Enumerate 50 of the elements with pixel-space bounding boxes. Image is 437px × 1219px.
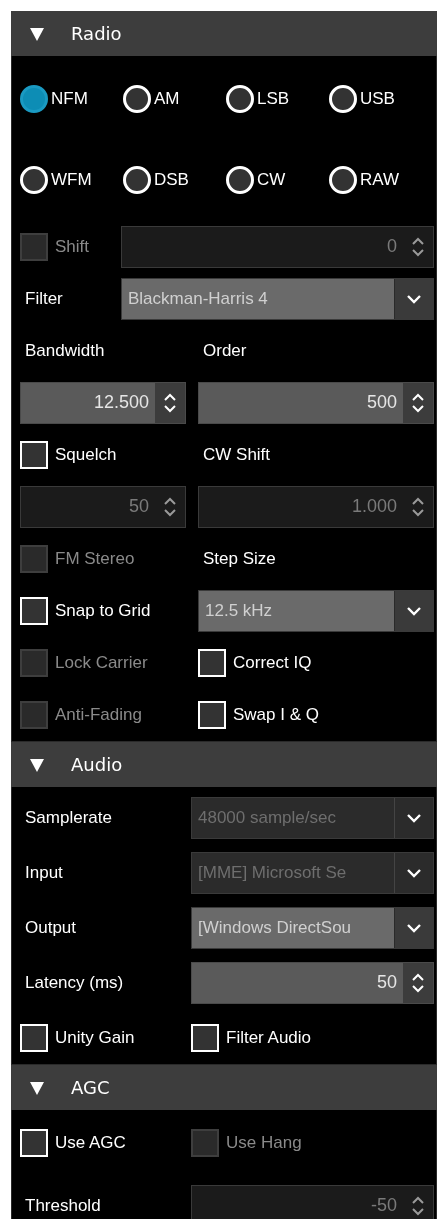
checkbox-label: Use AGC [55, 1132, 126, 1153]
radio-button[interactable] [20, 85, 48, 113]
checkbox-label: Shift [55, 236, 90, 257]
field-label: Step Size [202, 548, 277, 569]
dropdown-button[interactable] [394, 907, 433, 948]
field-label: Samplerate [24, 807, 113, 828]
field-label: Filter [24, 288, 64, 309]
dropdown-button[interactable] [394, 797, 433, 838]
dropdown-button[interactable] [394, 590, 433, 631]
field-label: Threshold [24, 1195, 102, 1216]
chevron-down-icon [406, 293, 422, 304]
radio-label: CW [257, 170, 286, 190]
checkbox-label: Use Hang [226, 1132, 302, 1153]
chevron-down-icon [406, 812, 422, 823]
section-title: AGC [71, 1077, 110, 1098]
field-label: Bandwidth [24, 340, 106, 361]
radio-label: USB [360, 89, 395, 109]
checkbox-label: FM Stereo [55, 548, 135, 569]
field-label: CW Shift [202, 444, 272, 465]
chevron-down-icon [406, 922, 422, 933]
field-label: Latency (ms) [24, 972, 125, 993]
section-header[interactable]: Radio [11, 11, 437, 56]
checkbox-label: Filter Audio [226, 1027, 312, 1048]
section-title: Radio [71, 23, 122, 44]
checkbox-label: Swap I & Q [233, 704, 319, 725]
field-label: Output [24, 917, 78, 938]
section-header[interactable]: Audio [11, 742, 437, 787]
dropdown[interactable]: 12.5 kHz [199, 590, 394, 631]
section-header[interactable]: AGC [11, 1065, 437, 1110]
dropdown-button[interactable] [394, 278, 433, 319]
checkbox-label: Anti-Fading [55, 704, 142, 725]
field-label: Input [24, 862, 64, 883]
checkbox-label: Squelch [55, 444, 117, 465]
checkbox-label: Snap to Grid [55, 600, 151, 621]
dropdown[interactable]: Blackman-Harris 4 [122, 278, 394, 319]
checkbox-label: Correct IQ [233, 652, 312, 673]
radio-label: WFM [51, 170, 92, 190]
chevron-down-icon [406, 605, 422, 616]
section-title: Audio [71, 754, 123, 775]
radio-label: AM [154, 89, 180, 109]
radio-label: DSB [154, 170, 189, 190]
chevron-down-icon [406, 867, 422, 878]
radio-label: LSB [257, 89, 290, 109]
checkbox-label: Unity Gain [55, 1027, 135, 1048]
field-label: Order [202, 340, 248, 361]
radio-label: NFM [51, 89, 88, 109]
dropdown[interactable]: [Windows DirectSou [192, 907, 394, 948]
dropdown-button[interactable] [394, 852, 433, 893]
checkbox-label: Lock Carrier [55, 652, 148, 673]
radio-label: RAW [360, 170, 400, 190]
